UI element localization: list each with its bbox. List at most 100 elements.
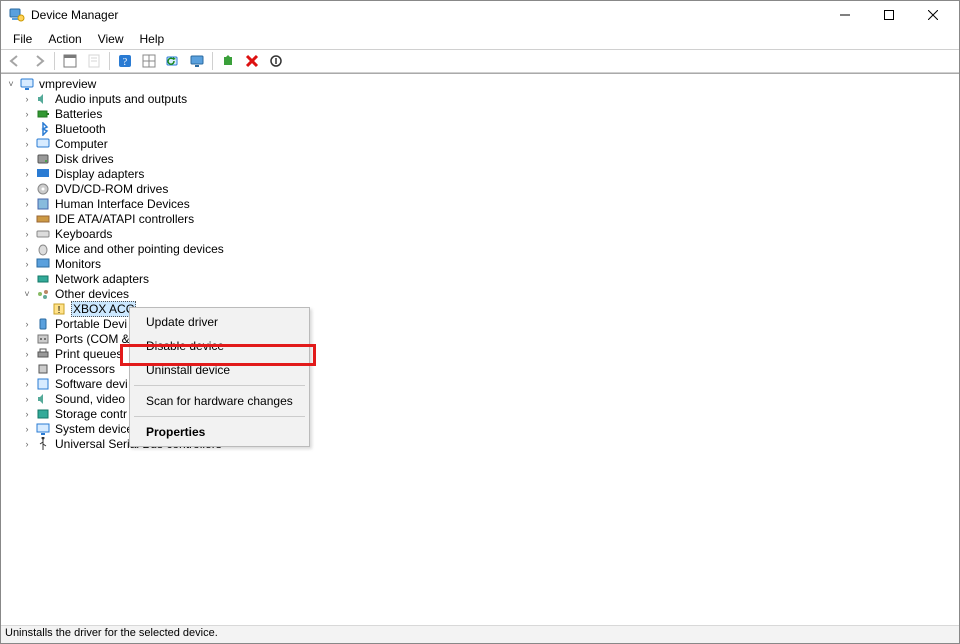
expander-icon[interactable]: › <box>21 196 33 211</box>
ctx-disable-device[interactable]: Disable device <box>132 334 307 358</box>
toolbar-grid-button[interactable] <box>138 50 160 72</box>
tree-category[interactable]: › Disk drives <box>1 151 959 166</box>
tree-category-label: Network adapters <box>55 272 149 286</box>
mouse-icon <box>35 241 51 257</box>
tree-category[interactable]: ›Monitors <box>1 256 959 271</box>
ctx-update-driver[interactable]: Update driver <box>132 310 307 334</box>
toolbar-disable-button[interactable] <box>265 50 287 72</box>
statusbar-text: Uninstalls the driver for the selected d… <box>5 627 218 639</box>
toolbar-monitor-button[interactable] <box>186 50 208 72</box>
tree-category-other-devices[interactable]: ˅ Other devices <box>1 286 959 301</box>
expander-icon[interactable]: › <box>21 436 33 451</box>
minimize-button[interactable] <box>823 1 867 29</box>
expander-icon[interactable]: › <box>21 91 33 106</box>
monitor-icon <box>35 256 51 272</box>
tree-category[interactable]: ›Human Interface Devices <box>1 196 959 211</box>
bluetooth-icon <box>35 121 51 137</box>
expander-icon[interactable]: › <box>21 331 33 346</box>
ctx-properties[interactable]: Properties <box>132 420 307 444</box>
expander-icon[interactable]: › <box>21 181 33 196</box>
tree-category-label: Batteries <box>55 107 102 121</box>
menu-help[interactable]: Help <box>132 30 173 48</box>
toolbar-separator <box>109 52 110 70</box>
toolbar-update-driver-button[interactable] <box>217 50 239 72</box>
close-button[interactable] <box>911 1 955 29</box>
tree-category[interactable]: ›DVD/CD-ROM drives <box>1 181 959 196</box>
tree-category[interactable]: ›Computer <box>1 136 959 151</box>
expander-icon[interactable]: › <box>21 346 33 361</box>
expander-icon[interactable]: › <box>21 226 33 241</box>
tree-category-label: Disk drives <box>55 152 114 166</box>
expander-icon[interactable]: › <box>21 211 33 226</box>
tree-category-label: Portable Devi <box>55 317 127 331</box>
tree-root[interactable]: ˅ vmpreview <box>1 76 959 91</box>
tree-category[interactable]: › IDE ATA/ATAPI controllers <box>1 211 959 226</box>
expander-icon[interactable]: › <box>21 421 33 436</box>
expander-icon[interactable]: ˅ <box>5 76 17 91</box>
tree-category[interactable]: › Network adapters <box>1 271 959 286</box>
tree-category[interactable]: › Batteries <box>1 106 959 121</box>
toolbar-properties-button[interactable] <box>83 50 105 72</box>
toolbar-refresh-button[interactable] <box>162 50 184 72</box>
speaker-icon <box>35 91 51 107</box>
sound-icon <box>35 391 51 407</box>
toolbar-uninstall-button[interactable] <box>241 50 263 72</box>
expander-icon[interactable]: › <box>21 121 33 136</box>
tree-device-label: XBOX ACC <box>71 301 136 317</box>
tree-category-label: Software devi <box>55 377 128 391</box>
toolbar-back-button[interactable] <box>4 50 26 72</box>
expander-icon[interactable]: › <box>21 376 33 391</box>
tree-category-label: Processors <box>55 362 115 376</box>
expander-icon[interactable]: ˅ <box>21 286 33 301</box>
context-menu-separator <box>134 416 305 417</box>
tree-category-label: Sound, video <box>55 392 125 406</box>
svg-text:!: ! <box>58 305 61 316</box>
tree-category[interactable]: ›Audio inputs and outputs <box>1 91 959 106</box>
expander-icon[interactable]: › <box>21 316 33 331</box>
titlebar: Device Manager <box>1 1 959 29</box>
portable-icon <box>35 316 51 332</box>
context-menu: Update driver Disable device Uninstall d… <box>129 307 310 447</box>
tree-root-label: vmpreview <box>39 77 96 91</box>
keyboard-icon <box>35 226 51 242</box>
toolbar-separator <box>54 52 55 70</box>
cpu-icon <box>35 361 51 377</box>
expander-icon[interactable]: › <box>21 151 33 166</box>
disk-icon <box>35 151 51 167</box>
expander-icon[interactable]: › <box>21 136 33 151</box>
expander-icon[interactable]: › <box>21 166 33 181</box>
toolbar-show-hidden-button[interactable] <box>59 50 81 72</box>
expander-icon[interactable]: › <box>21 361 33 376</box>
toolbar-help-button[interactable]: ? <box>114 50 136 72</box>
expander-icon[interactable]: › <box>21 106 33 121</box>
device-manager-icon <box>9 7 25 23</box>
maximize-button[interactable] <box>867 1 911 29</box>
tree-category-label: IDE ATA/ATAPI controllers <box>55 212 194 226</box>
tree-category[interactable]: › Keyboards <box>1 226 959 241</box>
ctx-scan-hardware[interactable]: Scan for hardware changes <box>132 389 307 413</box>
expander-icon[interactable]: › <box>21 406 33 421</box>
tree-category[interactable]: ›Bluetooth <box>1 121 959 136</box>
expander-icon[interactable]: › <box>21 271 33 286</box>
expander-icon[interactable]: › <box>21 241 33 256</box>
tree-category-label: Keyboards <box>55 227 112 241</box>
tree-category-label: Storage contr <box>55 407 127 421</box>
tree-category[interactable]: ›Mice and other pointing devices <box>1 241 959 256</box>
toolbar-forward-button[interactable] <box>28 50 50 72</box>
tree-category-label: Print queues <box>55 347 122 361</box>
menu-action[interactable]: Action <box>40 30 89 48</box>
menubar: File Action View Help <box>1 29 959 49</box>
expander-icon[interactable]: › <box>21 256 33 271</box>
menu-view[interactable]: View <box>90 30 132 48</box>
ctx-uninstall-device[interactable]: Uninstall device <box>132 358 307 382</box>
tree-category-label: Ports (COM & <box>55 332 130 346</box>
expander-icon[interactable]: › <box>21 391 33 406</box>
tree-category[interactable]: ›Display adapters <box>1 166 959 181</box>
computer-icon <box>35 136 51 152</box>
ports-icon <box>35 331 51 347</box>
statusbar: Uninstalls the driver for the selected d… <box>1 625 959 643</box>
display-icon <box>35 166 51 182</box>
menu-file[interactable]: File <box>5 30 40 48</box>
window-title: Device Manager <box>31 8 823 22</box>
ide-icon <box>35 211 51 227</box>
